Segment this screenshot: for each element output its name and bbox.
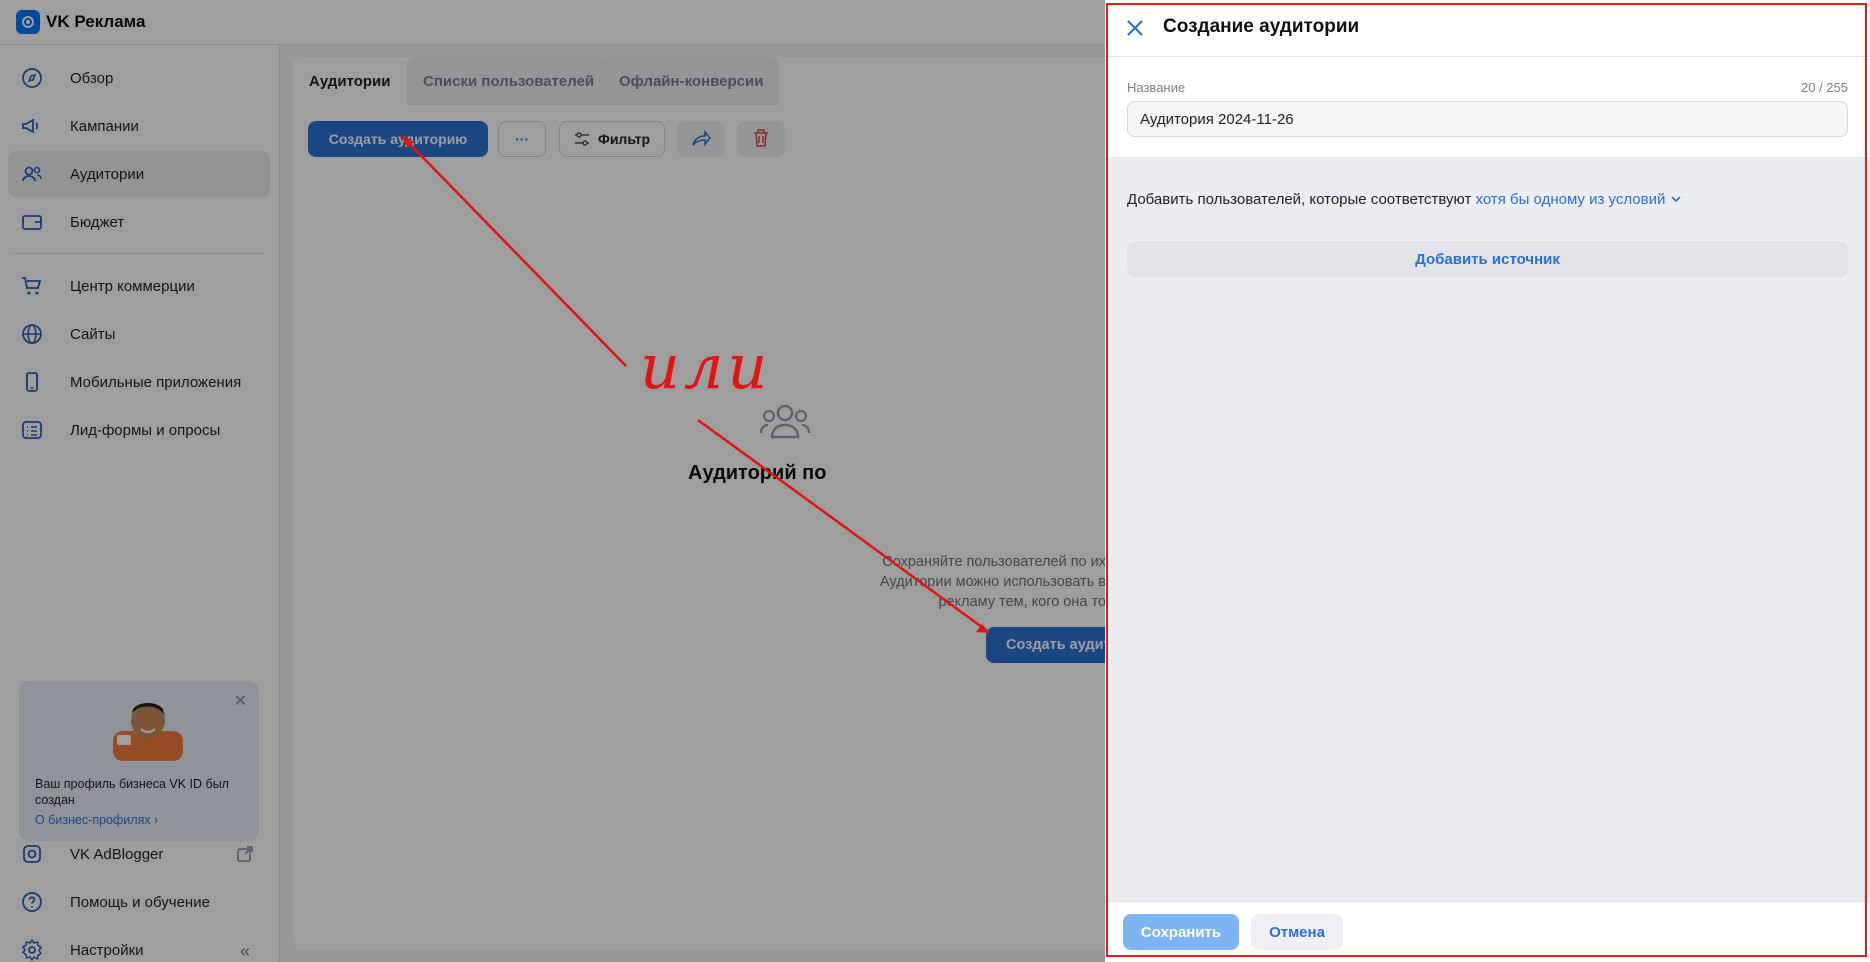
conditions-area: Добавить пользователей, которые соответс…: [1105, 157, 1870, 901]
close-icon[interactable]: [1121, 14, 1149, 42]
save-button[interactable]: Сохранить: [1123, 914, 1239, 950]
condition-sentence: Добавить пользователей, которые соответс…: [1127, 191, 1682, 208]
handwritten-annotation: или: [640, 330, 772, 403]
condition-mode-label: хотя бы одному из условий: [1475, 191, 1666, 208]
name-char-counter: 20 / 255: [1801, 80, 1848, 95]
create-audience-drawer: Создание аудитории Название 20 / 255 Доб…: [1105, 0, 1870, 962]
modal-backdrop[interactable]: [0, 0, 1110, 962]
add-source-button[interactable]: Добавить источник: [1127, 241, 1848, 277]
audience-name-input[interactable]: [1127, 101, 1848, 137]
cancel-button[interactable]: Отмена: [1251, 914, 1343, 950]
drawer-header: Создание аудитории: [1105, 0, 1870, 57]
drawer-title: Создание аудитории: [1163, 16, 1360, 37]
name-field-label: Название: [1127, 80, 1186, 95]
condition-mode-dropdown[interactable]: хотя бы одному из условий: [1476, 191, 1682, 208]
drawer-footer: Сохранить Отмена: [1105, 901, 1870, 962]
condition-text: Добавить пользователей, которые соответс…: [1127, 191, 1472, 208]
chevron-down-icon: [1670, 191, 1682, 208]
